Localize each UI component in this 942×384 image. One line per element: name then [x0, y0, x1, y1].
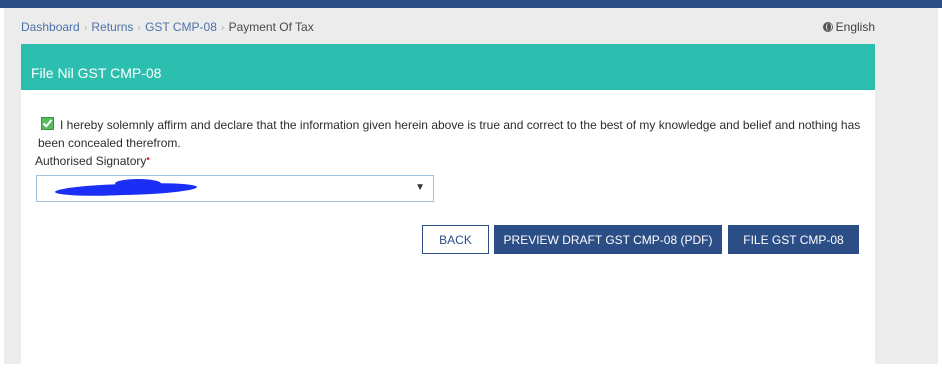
panel-body: I hereby solemnly affirm and declare tha… [21, 90, 875, 364]
panel-header: File Nil GST CMP-08 [21, 44, 875, 90]
breadcrumb-separator-icon: › [137, 22, 142, 34]
page-title: File Nil GST CMP-08 [31, 65, 162, 81]
signatory-select[interactable]: ▼ [36, 175, 434, 202]
breadcrumb: Dashboard › Returns › GST CMP-08 › Payment Of … [21, 20, 314, 34]
declaration-checkbox[interactable] [41, 117, 54, 130]
breadcrumb-separator-icon: › [83, 22, 88, 34]
language-label: English [835, 20, 875, 34]
signatory-label: Authorised Signatory• [35, 154, 150, 168]
checkmark-icon [42, 117, 53, 128]
breadcrumb-current: Payment Of Tax [228, 20, 314, 34]
signatory-label-text: Authorised Signatory [35, 154, 147, 168]
preview-draft-button[interactable]: PREVIEW DRAFT GST CMP-08 (PDF) [494, 225, 722, 254]
breadcrumb-returns[interactable]: Returns [91, 20, 133, 34]
back-button[interactable]: BACK [422, 225, 489, 254]
declaration-text: I hereby solemnly affirm and declare tha… [38, 118, 861, 150]
breadcrumb-bar: Dashboard › Returns › GST CMP-08 › Payment Of … [21, 20, 875, 38]
file-gst-cmp-08-button[interactable]: FILE GST CMP-08 [728, 225, 859, 254]
top-accent-bar [0, 0, 942, 8]
breadcrumb-separator-icon: › [220, 22, 225, 34]
redacted-value-mark [115, 179, 161, 188]
globe-icon [822, 22, 833, 32]
breadcrumb-dashboard[interactable]: Dashboard [21, 20, 80, 34]
required-marker: • [146, 154, 150, 165]
chevron-down-icon: ▼ [415, 182, 425, 193]
language-selector[interactable]: English [822, 20, 875, 34]
breadcrumb-gst-cmp-08[interactable]: GST CMP-08 [145, 20, 217, 34]
